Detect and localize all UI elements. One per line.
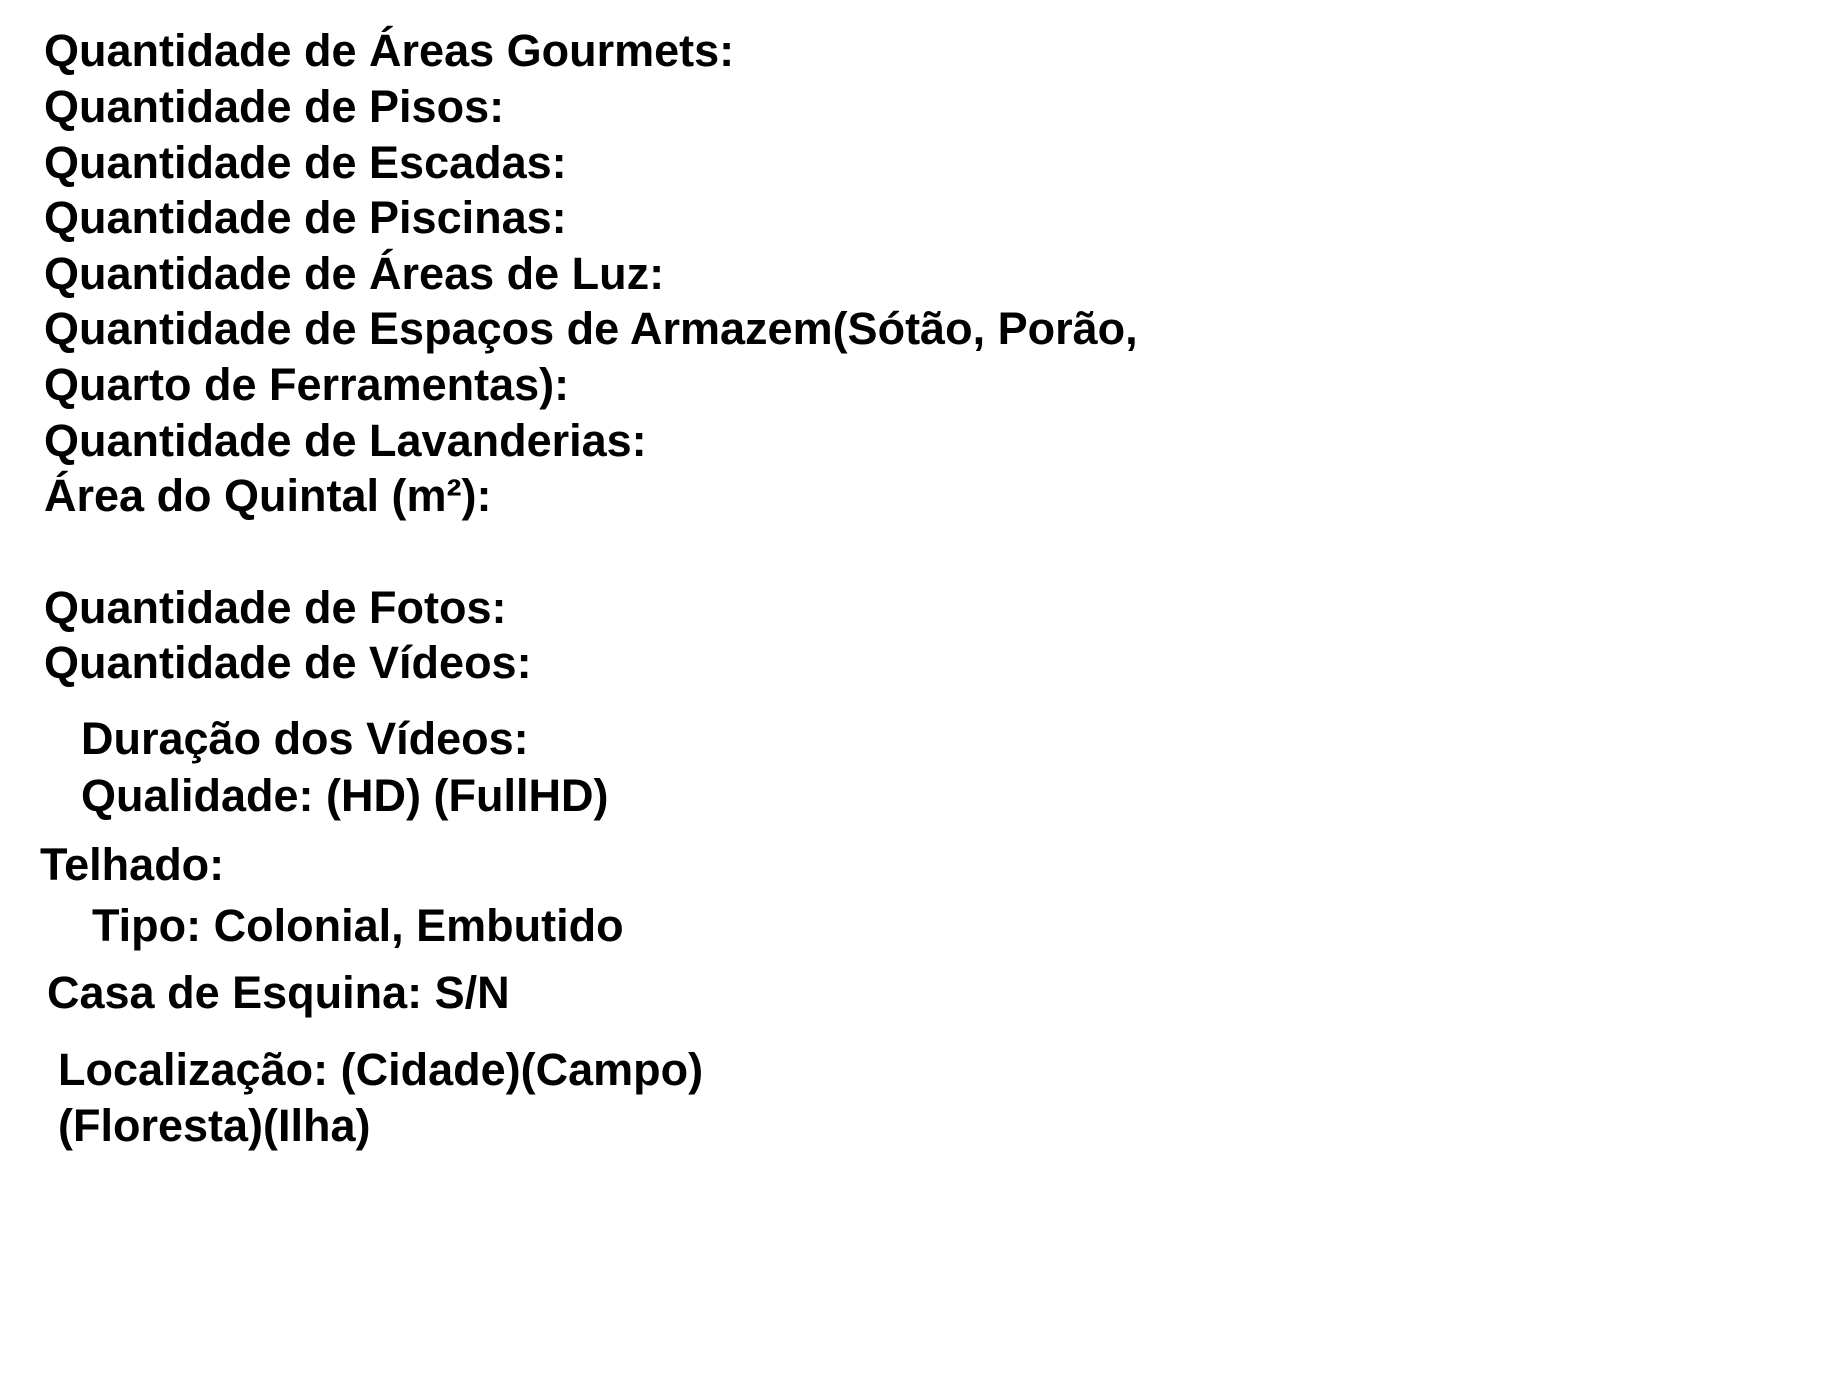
line-quarto-ferramentas: Quarto de Ferramentas): [44,359,570,410]
line-tipo-telhado: Tipo: Colonial, Embutido [92,900,624,951]
line-localizacao-cont: (Floresta)(Ilha) [58,1100,371,1151]
line-localizacao: Localização: (Cidade)(Campo) [58,1044,704,1095]
line-areas-gourmets: Quantidade de Áreas Gourmets: [44,25,735,76]
line-lavanderias: Quantidade de Lavanderias: [44,415,647,466]
line-videos: Quantidade de Vídeos: [44,637,532,688]
line-pisos: Quantidade de Pisos: [44,81,505,132]
line-casa-esquina: Casa de Esquina: S/N [47,967,510,1018]
line-duracao-videos: Duração dos Vídeos: [81,713,529,764]
line-espacos-armazem: Quantidade de Espaços de Armazem(Sótão, … [44,303,1138,354]
line-area-quintal: Área do Quintal (m²): [44,470,492,521]
line-piscinas: Quantidade de Piscinas: [44,192,567,243]
line-areas-de-luz: Quantidade de Áreas de Luz: [44,248,665,299]
line-escadas: Quantidade de Escadas: [44,137,567,188]
line-fotos: Quantidade de Fotos: [44,582,507,633]
line-qualidade: Qualidade: (HD) (FullHD) [81,770,609,821]
line-telhado: Telhado: [40,839,225,890]
